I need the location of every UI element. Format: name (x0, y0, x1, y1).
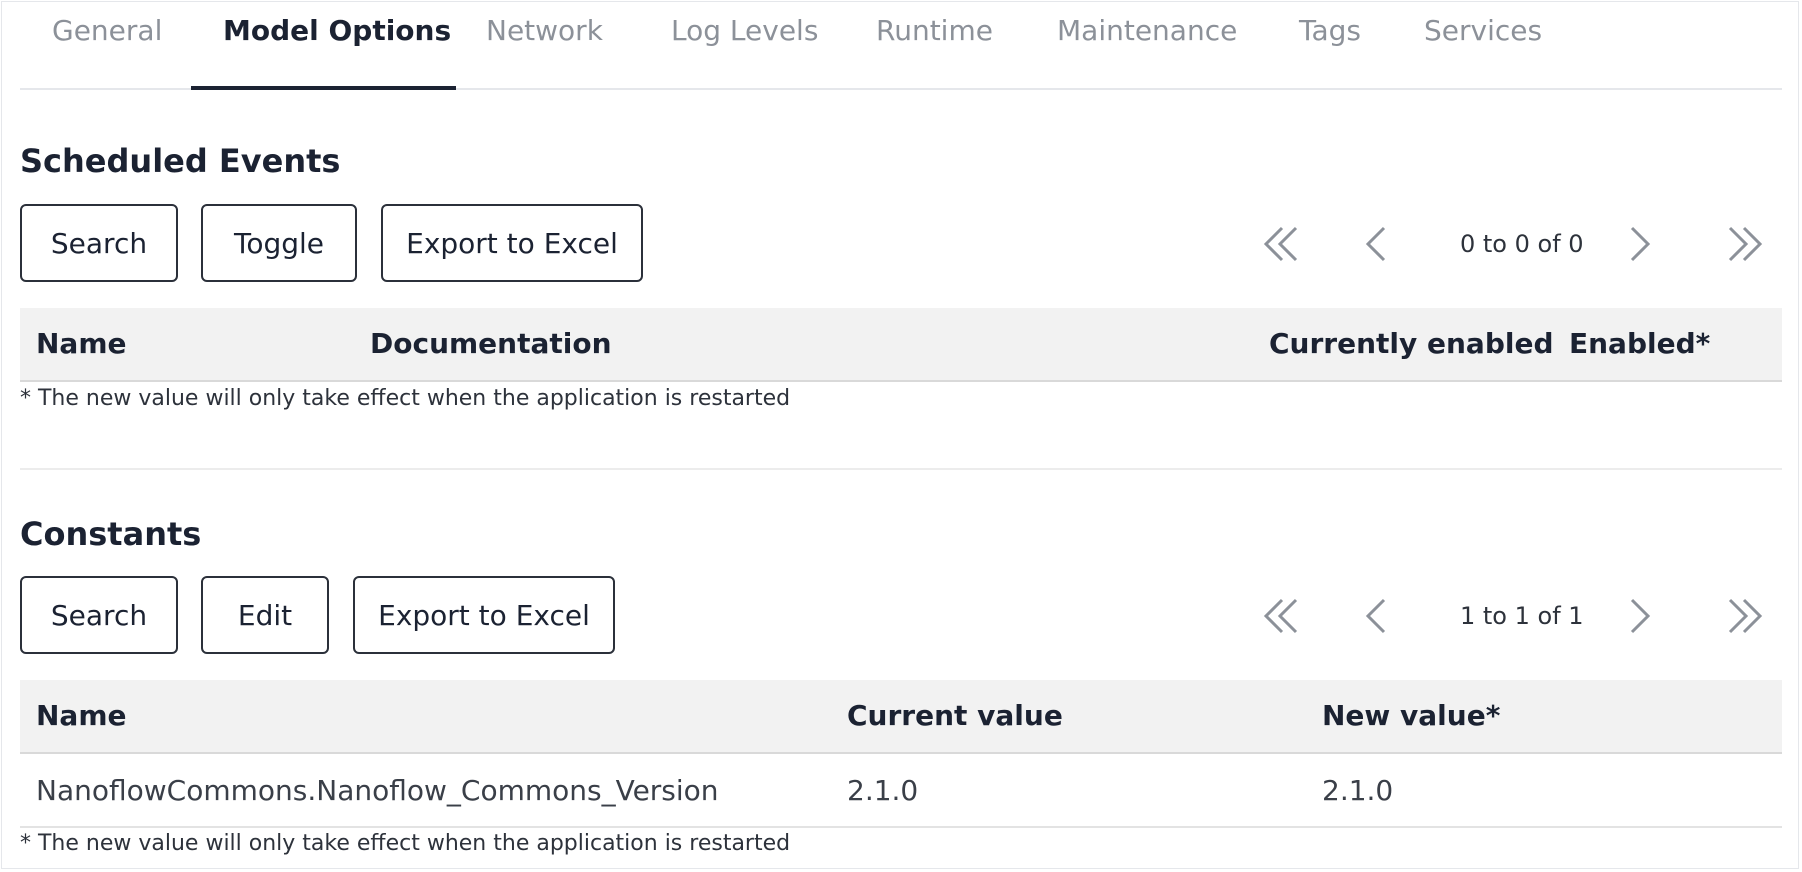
constants-export-button[interactable]: Export to Excel (353, 576, 615, 654)
tab-network[interactable]: Network (486, 14, 603, 47)
tab-log-levels[interactable]: Log Levels (671, 14, 818, 47)
column-header-currently-enabled[interactable]: Currently enabled (1269, 327, 1554, 360)
tab-tags[interactable]: Tags (1299, 14, 1361, 47)
table-row[interactable]: NanoflowCommons.Nanoflow_Commons_Version… (20, 754, 1782, 828)
tab-general[interactable]: General (52, 14, 162, 47)
constants-page-info: 1 to 1 of 1 (1460, 602, 1584, 630)
tab-runtime[interactable]: Runtime (876, 14, 993, 47)
chevron-right-icon[interactable] (1616, 594, 1660, 638)
double-chevron-right-icon[interactable] (1722, 222, 1766, 266)
active-tab-indicator (191, 86, 456, 90)
scheduled-events-title: Scheduled Events (20, 142, 341, 180)
constant-name-cell: NanoflowCommons.Nanoflow_Commons_Version (36, 774, 719, 807)
admin-panel: General Model Options Network Log Levels… (1, 1, 1799, 869)
section-divider (20, 468, 1782, 470)
column-header-name[interactable]: Name (36, 699, 127, 732)
scheduled-events-toggle-button[interactable]: Toggle (201, 204, 357, 282)
column-header-documentation[interactable]: Documentation (370, 327, 612, 360)
tab-model-options[interactable]: Model Options (223, 14, 451, 47)
column-header-enabled[interactable]: Enabled* (1569, 327, 1710, 360)
column-header-name[interactable]: Name (36, 327, 127, 360)
new-value-cell[interactable]: 2.1.0 (1322, 774, 1393, 807)
double-chevron-left-icon[interactable] (1260, 222, 1304, 266)
tab-services[interactable]: Services (1424, 14, 1542, 47)
double-chevron-left-icon[interactable] (1260, 594, 1304, 638)
panel-content: General Model Options Network Log Levels… (20, 2, 1782, 856)
column-header-new-value[interactable]: New value* (1322, 699, 1500, 732)
scheduled-events-footnote: * The new value will only take effect wh… (20, 386, 791, 411)
scheduled-events-page-info: 0 to 0 of 0 (1460, 230, 1584, 258)
double-chevron-right-icon[interactable] (1722, 594, 1766, 638)
scheduled-events-search-button[interactable]: Search (20, 204, 178, 282)
constants-search-button[interactable]: Search (20, 576, 178, 654)
chevron-left-icon[interactable] (1356, 594, 1400, 638)
tab-bar: General Model Options Network Log Levels… (20, 2, 1782, 90)
scheduled-events-export-button[interactable]: Export to Excel (381, 204, 643, 282)
column-header-current-value[interactable]: Current value (847, 699, 1063, 732)
scheduled-events-pager: 0 to 0 of 0 (1260, 204, 1782, 282)
constants-table-header: Name Current value New value* (20, 680, 1782, 754)
chevron-right-icon[interactable] (1616, 222, 1660, 266)
constants-pager: 1 to 1 of 1 (1260, 576, 1782, 654)
constants-footnote: * The new value will only take effect wh… (20, 831, 791, 856)
current-value-cell: 2.1.0 (847, 774, 919, 807)
chevron-left-icon[interactable] (1356, 222, 1400, 266)
tab-maintenance[interactable]: Maintenance (1057, 14, 1237, 47)
constants-title: Constants (20, 515, 202, 553)
constants-edit-button[interactable]: Edit (201, 576, 329, 654)
scheduled-events-table-header: Name Documentation Currently enabled Ena… (20, 308, 1782, 382)
